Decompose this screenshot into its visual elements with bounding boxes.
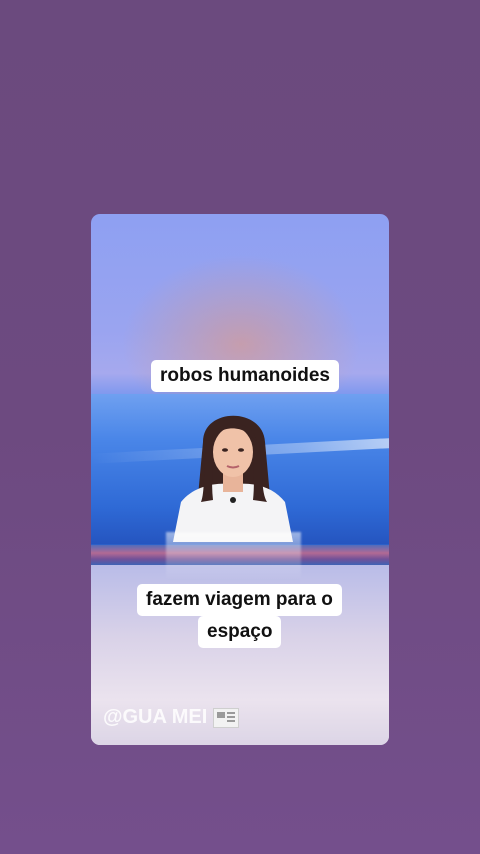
anchor-reflection: [166, 532, 301, 580]
news-anchor-image: [173, 415, 293, 542]
watermark-handle: @GUA MEI: [103, 706, 208, 728]
caption-top: robos humanoides: [151, 360, 339, 392]
caption-bottom-line1: fazem viagem para o: [137, 584, 342, 616]
watermark: @GUA MEI: [103, 706, 240, 729]
story-video-frame[interactable]: robos humanoides fazem viagem para o esp…: [91, 214, 389, 745]
caption-bottom-line2: espaço: [198, 616, 282, 648]
newspaper-icon: [213, 707, 240, 728]
